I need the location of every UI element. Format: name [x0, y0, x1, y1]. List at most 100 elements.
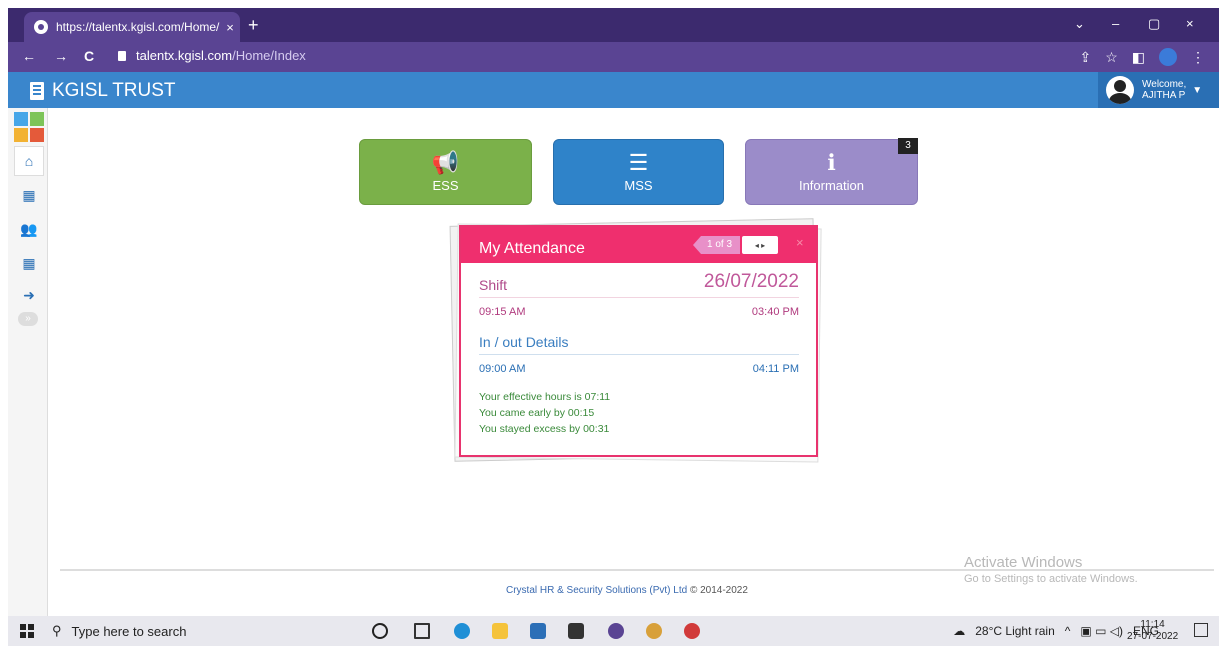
user-name: AJITHA P	[1142, 90, 1186, 101]
watermark-title: Activate Windows	[964, 554, 1083, 571]
lock-icon	[118, 50, 126, 61]
stayed-excess-text: You stayed excess by 00:31	[479, 423, 610, 435]
card-body: Shift 26/07/2022 09:15 AM 03:40 PM In / …	[479, 271, 799, 437]
close-window-button[interactable]: ×	[1186, 16, 1194, 31]
welcome-label: Welcome,	[1142, 79, 1187, 90]
effective-hours-text: Your effective hours is 07:11	[479, 391, 611, 403]
side-panel-icon[interactable]: ◧	[1132, 49, 1145, 66]
back-button[interactable]: ←	[22, 48, 36, 64]
mss-tile[interactable]: ☰ MSS	[553, 139, 724, 205]
activate-windows-watermark: Activate Windows Go to Settings to activ…	[964, 554, 1138, 585]
caret-down-icon: ▼	[1192, 84, 1203, 96]
user-menu[interactable]: Welcome, AJITHA P ▼	[1098, 72, 1219, 108]
inout-label: In / out Details	[479, 334, 569, 350]
address-bar: ← → C talentx.kgisl.com /Home/Index ⇪ ☆ …	[8, 42, 1219, 72]
avatar	[1106, 76, 1134, 104]
sidebar-item-calendar-2[interactable]: ▦	[14, 248, 44, 278]
out-time: 04:11 PM	[752, 363, 799, 375]
tab-title: https://talentx.kgisl.com/Home/I	[56, 20, 220, 34]
attendance-date: 26/07/2022	[703, 271, 799, 292]
reload-button[interactable]: C	[84, 48, 94, 64]
weather-text[interactable]: 28°C Light rain	[975, 624, 1055, 638]
ess-tile[interactable]: 📢 ESS	[359, 139, 532, 205]
card-header: My Attendance 1 of 3 ◂ ▸ ×	[461, 227, 816, 263]
information-label: Information	[798, 178, 865, 193]
calendar-icon: ▦	[22, 254, 36, 271]
came-early-text: You came early by 00:15	[479, 407, 595, 419]
copyright: © 2014-2022	[689, 585, 748, 596]
ess-label: ESS	[432, 178, 459, 193]
sidebar-item-logout[interactable]: ➜	[14, 280, 44, 310]
maximize-button[interactable]: ▢	[1148, 16, 1160, 32]
clock-date: 27-07-2022	[1127, 631, 1179, 642]
page-indicator: 1 of 3	[693, 236, 741, 254]
mail-icon[interactable]	[568, 623, 584, 639]
tab-search-icon[interactable]: ⌄	[1074, 16, 1085, 32]
cortana-icon[interactable]	[372, 623, 388, 639]
calendar-icon: ▦	[22, 186, 36, 203]
megaphone-icon: 📢	[431, 150, 460, 175]
company-name: Crystal HR & Security Solutions (Pvt) Lt…	[506, 585, 688, 596]
windows-start-icon[interactable]	[20, 624, 34, 638]
notification-badge: 3	[898, 138, 918, 154]
attendance-card: My Attendance 1 of 3 ◂ ▸ × Shift 26/07/2…	[459, 225, 818, 457]
notification-icon[interactable]	[1194, 623, 1208, 637]
url-field[interactable]: talentx.kgisl.com /Home/Index	[118, 48, 306, 63]
chrome-profile-icon[interactable]	[646, 623, 662, 639]
taskbar: ⚲ Type here to search ☁ 28°C Light rain …	[8, 616, 1219, 646]
card-title: My Attendance	[479, 240, 585, 257]
attendance-summary: Your effective hours is 07:11 You came e…	[479, 389, 799, 437]
url-host: talentx.kgisl.com	[136, 48, 233, 63]
welcome-text: Welcome, AJITHA P	[1142, 79, 1186, 101]
taskbar-search[interactable]: ⚲ Type here to search	[52, 616, 352, 646]
menu-icon[interactable]: ⋮	[1191, 49, 1205, 66]
logout-icon: ➜	[23, 286, 35, 303]
sidebar-collapse-button[interactable]: »	[18, 312, 38, 326]
bookmark-star-icon[interactable]: ☆	[1105, 49, 1118, 66]
globe-icon	[34, 20, 48, 34]
sidebar-item-users[interactable]: 👥	[14, 214, 44, 244]
chrome-profile-2-icon[interactable]	[684, 623, 700, 639]
store-icon[interactable]	[530, 623, 546, 639]
minimize-button[interactable]: –	[1112, 16, 1119, 31]
information-tile[interactable]: ℹ Information	[745, 139, 918, 205]
profile-icon[interactable]	[1159, 48, 1177, 66]
watermark-subtitle: Go to Settings to activate Windows.	[964, 573, 1138, 585]
in-time: 09:00 AM	[479, 363, 526, 375]
info-icon: ℹ	[827, 150, 836, 175]
chevron-up-icon[interactable]: ^	[1065, 624, 1071, 638]
shift-end: 03:40 PM	[751, 306, 799, 318]
clock[interactable]: 11:14 27-07-2022	[1127, 619, 1178, 643]
prev-next-buttons[interactable]: ◂ ▸	[742, 236, 778, 254]
new-tab-button[interactable]: +	[248, 16, 259, 34]
brand-name: KGISL TRUST	[52, 80, 176, 101]
tray-icons[interactable]: ▣ ▭ ◁)	[1080, 624, 1123, 638]
sidebar-item-home[interactable]: ⌂	[14, 146, 44, 176]
edge-icon[interactable]	[454, 623, 470, 639]
forward-button[interactable]: →	[54, 48, 68, 64]
search-icon: ⚲	[52, 623, 62, 638]
weather-icon: ☁	[953, 624, 966, 638]
app-grid-icon[interactable]	[14, 112, 44, 142]
close-icon[interactable]: ×	[796, 235, 804, 250]
shift-label: Shift	[479, 277, 508, 293]
mss-label: MSS	[624, 178, 653, 193]
file-explorer-icon[interactable]	[492, 623, 508, 639]
shift-start: 09:15 AM	[479, 306, 526, 318]
share-icon[interactable]: ⇪	[1079, 49, 1091, 66]
server-icon: ☰	[628, 150, 649, 175]
browser-tab-bar: https://talentx.kgisl.com/Home/I × + ⌄ –…	[8, 8, 1219, 42]
sidebar-item-calendar[interactable]: ▦	[14, 180, 44, 210]
address-bar-actions: ⇪ ☆ ◧ ⋮	[1079, 48, 1205, 66]
home-icon: ⌂	[24, 153, 34, 169]
task-view-icon[interactable]	[414, 623, 430, 639]
tab-close-button[interactable]: ×	[220, 20, 240, 35]
chrome-icon[interactable]	[608, 623, 624, 639]
footer: Crystal HR & Security Solutions (Pvt) Lt…	[506, 585, 748, 596]
url-path: /Home/Index	[232, 48, 306, 63]
brand[interactable]: KGISL TRUST	[30, 80, 176, 102]
browser-tab[interactable]: https://talentx.kgisl.com/Home/I ×	[24, 12, 240, 42]
clock-time: 11:14	[1140, 619, 1165, 630]
users-icon: 👥	[20, 220, 38, 237]
building-icon	[30, 82, 44, 100]
